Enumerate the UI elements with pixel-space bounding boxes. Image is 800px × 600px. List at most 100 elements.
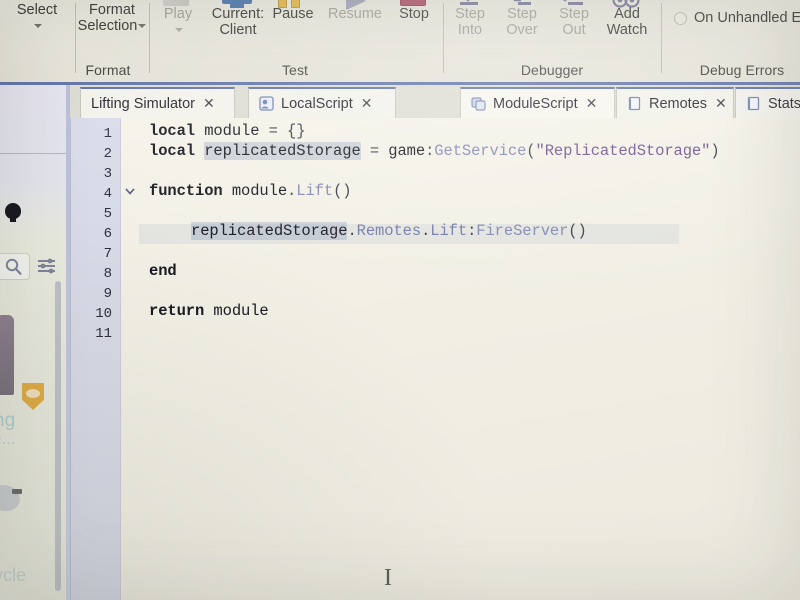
line-number: 8 [103,266,112,282]
on-unhandled-exception-button[interactable]: On Unhandled Exce [694,10,800,26]
lightbulb-icon[interactable] [5,203,21,222]
token-dot: . [347,222,357,240]
token-braces: {} [287,122,306,140]
token-parens: () [333,182,352,200]
step-out-label-1: Step [559,6,589,22]
tab-localscript[interactable]: LocalScript ✕ [248,87,396,118]
token-remotes: Remotes [356,222,422,240]
format-selection-label-1: Format [89,2,135,18]
tab-label: ModuleScript [493,95,578,112]
tab-label: Remotes [649,95,708,112]
search-icon [5,258,22,276]
select-dropdown-caret[interactable] [33,24,42,29]
pause-button[interactable]: Pause [270,6,316,22]
add-watch-label-2: Watch [606,22,648,38]
code-line-4: function module.Lift() [149,181,352,201]
stop-button[interactable]: Stop [390,6,438,22]
tab-close-icon[interactable]: ✕ [715,95,727,112]
current-client-icon[interactable] [222,0,252,8]
background-text-2: e... [0,429,16,448]
tab-close-icon[interactable]: ✕ [586,95,598,112]
roblox-studio-window: Select Format Selection Format Play Curr… [0,0,800,600]
step-over-label-1: Step [507,6,537,22]
tab-label: Lifting Simulator [91,95,195,112]
search-input[interactable] [0,253,30,280]
token-dot: . [287,182,297,200]
filter-icon[interactable] [36,255,58,277]
background-blob-1 [0,485,22,511]
script-tab-strip: Lifting Simulator ✕ LocalScript ✕ Module… [70,85,800,118]
code-editor[interactable]: 1 2 3 4 5 6 7 8 9 10 11 local module = {… [70,118,800,600]
line-number: 6 [103,226,112,242]
fold-chevron-icon[interactable] [124,184,136,196]
ribbon-group-debugger: Step Into Step Over Step Out Add Watch D… [444,0,660,82]
token-fireserver: FireServer [476,222,569,240]
ribbon-group-title-debugger: Debugger [520,62,584,78]
code-line-8: end [149,261,177,281]
token-module: module [231,182,288,200]
token-replicatedstorage: replicatedStorage [204,142,361,160]
side-strip-scrollbar[interactable] [55,281,61,591]
tab-stats[interactable]: Stats ✕ [735,87,800,118]
format-selection-button[interactable]: Format Selection [76,2,148,34]
token-replicatedstorage: replicatedStorage [191,222,348,240]
token-equals: = [268,122,278,140]
token-equals: = [369,142,380,160]
token-open-paren: ( [526,142,536,160]
token-colon: : [425,142,435,160]
token-lift: Lift [296,182,334,200]
code-content[interactable]: local module = {} local replicatedStorag… [139,118,800,600]
token-return: return [149,302,205,320]
token-module: module [213,302,269,320]
ribbon-group-title-test: Test [281,62,309,78]
tab-close-icon[interactable]: ✕ [361,95,373,112]
line-number: 11 [95,326,112,342]
play-label: Play [163,6,193,22]
on-unhandled-exception-label: On Unhandled Exce [694,10,800,26]
line-number: 1 [103,126,112,142]
token-local: local [149,122,196,140]
resume-button: Resume [324,6,386,22]
tab-remotes[interactable]: Remotes ✕ [616,87,734,118]
step-over-label-2: Over [506,22,538,38]
line-number: 7 [103,246,112,262]
current-client-button[interactable]: Current: Client [204,6,272,38]
add-watch-button[interactable]: Add Watch [600,6,654,38]
line-number: 10 [95,306,112,322]
format-selection-caret[interactable] [138,24,147,29]
select-button[interactable]: Select [4,2,70,34]
resume-label: Resume [328,6,382,22]
tab-lifting-simulator[interactable]: Lifting Simulator ✕ [80,87,235,118]
play-dropdown-caret[interactable] [174,28,183,33]
add-watch-label-1: Add [614,6,640,22]
tab-close-icon[interactable]: ✕ [203,95,215,112]
token-colon: : [467,222,477,240]
background-text-3: ycle [0,565,27,585]
select-label: Select [16,2,58,18]
fold-column [122,118,138,600]
explorer-side-strip: ng e... ycle [0,85,70,600]
line-number: 2 [103,146,112,162]
tab-modulescript[interactable]: ModuleScript ✕ [460,87,615,118]
step-into-button: Step Into [444,6,496,38]
token-local: local [149,142,196,160]
chevron-down-icon [125,188,135,195]
stats-icon [747,96,760,111]
code-line-2: local replicatedStorage = game:GetServic… [149,141,720,161]
token-close-paren: ) [710,142,720,160]
modulescript-icon [471,97,486,111]
code-line-1: local module = {} [149,121,306,141]
ribbon-group-debug-errors: On Unhandled Exce Debug Errors [662,0,800,82]
remotes-icon [628,96,641,111]
tab-label: Stats [768,95,800,112]
ribbon-group-test: Play Current: Client Pause Resume Stop T… [150,0,442,82]
format-selection-label-2: Selection [77,18,138,34]
current-client-label-1: Current: [211,6,265,22]
token-function: function [149,182,223,200]
code-line-10: return module [149,301,269,321]
on-unhandled-exception-radio[interactable] [674,12,687,25]
token-game: game [388,142,426,160]
token-dot: . [421,222,431,240]
background-figure [0,315,14,395]
play-button[interactable]: Play [150,6,206,38]
